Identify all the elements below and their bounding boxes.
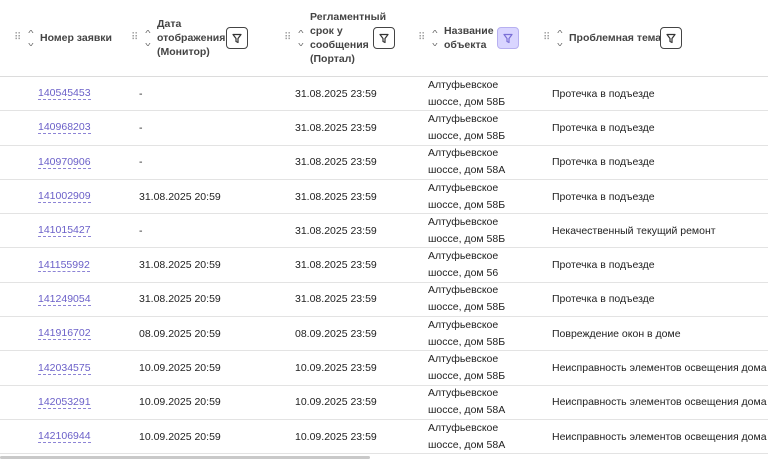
portal-deadline-cell: 10.09.2025 23:59 [295, 362, 377, 375]
table-row: 140545453 - 31.08.2025 23:59 Алтуфьевско… [0, 77, 768, 112]
monitor-date-cell: - [139, 224, 143, 237]
filter-icon [379, 33, 389, 43]
portal-deadline-cell: 31.08.2025 23:59 [295, 293, 377, 306]
filter-button-object-name[interactable] [497, 27, 519, 49]
monitor-date-cell: 10.09.2025 20:59 [139, 430, 221, 443]
problem-topic-cell: Неисправность элементов освещения дома [552, 396, 767, 409]
column-title: Название объекта [444, 25, 494, 51]
object-name-cell: Алтуфьевское шоссе, дом 58Б [428, 112, 506, 142]
column-header-monitor-date[interactable]: ⠿ ^ ^ Дата отображения (Монитор) [131, 0, 225, 76]
sort-icon[interactable]: ^ ^ [430, 30, 440, 48]
drag-handle-icon[interactable]: ⠿ [14, 33, 24, 43]
portal-deadline-cell: 10.09.2025 23:59 [295, 396, 377, 409]
drag-handle-icon[interactable]: ⠿ [418, 33, 428, 43]
table-row: 140968203 - 31.08.2025 23:59 Алтуфьевско… [0, 111, 768, 146]
column-header-portal-deadline[interactable]: ⠿ ^ ^ Регламентный срок у сообщения (Порт… [284, 0, 386, 76]
portal-deadline-cell: 08.09.2025 23:59 [295, 327, 377, 340]
filter-icon [232, 33, 242, 43]
drag-handle-icon[interactable]: ⠿ [131, 33, 141, 43]
sort-icon[interactable]: ^ ^ [555, 30, 565, 48]
filter-icon [666, 33, 676, 43]
problem-topic-cell: Протечка в подъезде [552, 121, 655, 134]
object-name-cell: Алтуфьевское шоссе, дом 58А [428, 147, 506, 177]
sort-icon[interactable]: ^ ^ [296, 30, 306, 48]
portal-deadline-cell: 31.08.2025 23:59 [295, 259, 377, 272]
object-name-cell: Алтуфьевское шоссе, дом 58Б [428, 181, 506, 211]
problem-topic-cell: Некачественный текущий ремонт [552, 224, 716, 237]
monitor-date-cell: - [139, 156, 143, 169]
object-name-cell: Алтуфьевское шоссе, дом 58Б [428, 318, 506, 348]
filter-icon [503, 33, 513, 43]
object-name-cell: Алтуфьевское шоссе, дом 58Б [428, 215, 506, 245]
table-row: 142106944 10.09.2025 20:59 10.09.2025 23… [0, 420, 768, 455]
object-name-cell: Алтуфьевское шоссе, дом 58Б [428, 284, 506, 314]
problem-topic-cell: Неисправность элементов освещения дома [552, 430, 767, 443]
table-row: 140970906 - 31.08.2025 23:59 Алтуфьевско… [0, 146, 768, 180]
request-number-link[interactable]: 142034575 [38, 362, 91, 375]
monitor-date-cell: 08.09.2025 20:59 [139, 327, 221, 340]
portal-deadline-cell: 31.08.2025 23:59 [295, 87, 377, 100]
table-row: 141249054 31.08.2025 20:59 31.08.2025 23… [0, 283, 768, 318]
table-body: 140545453 - 31.08.2025 23:59 Алтуфьевско… [0, 77, 768, 455]
horizontal-scrollbar[interactable] [0, 456, 370, 459]
drag-handle-icon[interactable]: ⠿ [543, 33, 553, 43]
request-number-link[interactable]: 140968203 [38, 121, 91, 135]
object-name-cell: Алтуфьевское шоссе, дом 58Б [428, 78, 506, 108]
object-name-cell: Алтуфьевское шоссе, дом 58Б [428, 353, 506, 383]
problem-topic-cell: Протечка в подъезде [552, 293, 655, 306]
monitor-date-cell: 31.08.2025 20:59 [139, 259, 221, 272]
monitor-date-cell: 10.09.2025 20:59 [139, 396, 221, 409]
monitor-date-cell: 31.08.2025 20:59 [139, 190, 221, 203]
filter-button-monitor-date[interactable] [226, 27, 248, 49]
problem-topic-cell: Протечка в подъезде [552, 259, 655, 272]
column-header-problem-topic[interactable]: ⠿ ^ ^ Проблемная тема [543, 0, 661, 76]
table-row: 141002909 31.08.2025 20:59 31.08.2025 23… [0, 180, 768, 215]
monitor-date-cell: 10.09.2025 20:59 [139, 362, 221, 375]
column-header-object-name[interactable]: ⠿ ^ ^ Название объекта [418, 0, 494, 76]
monitor-date-cell: - [139, 121, 143, 134]
filter-button-portal-deadline[interactable] [373, 27, 395, 49]
column-header-request-number[interactable]: ⠿ ^ ^ Номер заявки [14, 0, 112, 76]
monitor-date-cell: - [139, 87, 143, 100]
table-row: 142053291 10.09.2025 20:59 10.09.2025 23… [0, 386, 768, 420]
portal-deadline-cell: 31.08.2025 23:59 [295, 224, 377, 237]
column-title: Проблемная тема [569, 32, 662, 44]
request-number-link[interactable]: 140545453 [38, 87, 91, 101]
table-row: 141916702 08.09.2025 20:59 08.09.2025 23… [0, 317, 768, 352]
object-name-cell: Алтуфьевское шоссе, дом 58А [428, 387, 506, 417]
portal-deadline-cell: 31.08.2025 23:59 [295, 156, 377, 169]
object-name-cell: Алтуфьевское шоссе, дом 58А [428, 421, 506, 451]
object-name-cell: Алтуфьевское шоссе, дом 56 [428, 250, 499, 280]
request-number-link[interactable]: 142106944 [38, 430, 91, 444]
request-number-link[interactable]: 141002909 [38, 190, 91, 204]
drag-handle-icon[interactable]: ⠿ [284, 33, 294, 43]
table-header: ⠿ ^ ^ Номер заявки ⠿ ^ ^ Дата отображения … [0, 0, 768, 77]
request-number-link[interactable]: 141015427 [38, 224, 91, 238]
problem-topic-cell: Повреждение окон в доме [552, 327, 681, 340]
request-number-link[interactable]: 140970906 [38, 156, 91, 169]
table-row: 141015427 - 31.08.2025 23:59 Алтуфьевско… [0, 214, 768, 249]
portal-deadline-cell: 31.08.2025 23:59 [295, 190, 377, 203]
sort-icon[interactable]: ^ ^ [26, 30, 36, 48]
request-number-link[interactable]: 141155992 [38, 259, 90, 272]
column-title: Номер заявки [40, 32, 113, 44]
portal-deadline-cell: 31.08.2025 23:59 [295, 121, 377, 134]
portal-deadline-cell: 10.09.2025 23:59 [295, 430, 377, 443]
problem-topic-cell: Неисправность элементов освещения дома [552, 362, 767, 375]
request-number-link[interactable]: 142053291 [38, 396, 91, 409]
problem-topic-cell: Протечка в подъезде [552, 156, 655, 169]
request-number-link[interactable]: 141249054 [38, 293, 91, 306]
filter-button-problem-topic[interactable] [660, 27, 682, 49]
monitor-date-cell: 31.08.2025 20:59 [139, 293, 221, 306]
requests-table: ⠿ ^ ^ Номер заявки ⠿ ^ ^ Дата отображения … [0, 0, 768, 455]
request-number-link[interactable]: 141916702 [38, 327, 91, 341]
column-title: Дата отображения (Монитор) [157, 18, 226, 58]
table-row: 141155992 31.08.2025 20:59 31.08.2025 23… [0, 248, 768, 283]
sort-icon[interactable]: ^ ^ [143, 30, 153, 48]
problem-topic-cell: Протечка в подъезде [552, 87, 655, 100]
table-row: 142034575 10.09.2025 20:59 10.09.2025 23… [0, 351, 768, 386]
problem-topic-cell: Протечка в подъезде [552, 190, 655, 203]
